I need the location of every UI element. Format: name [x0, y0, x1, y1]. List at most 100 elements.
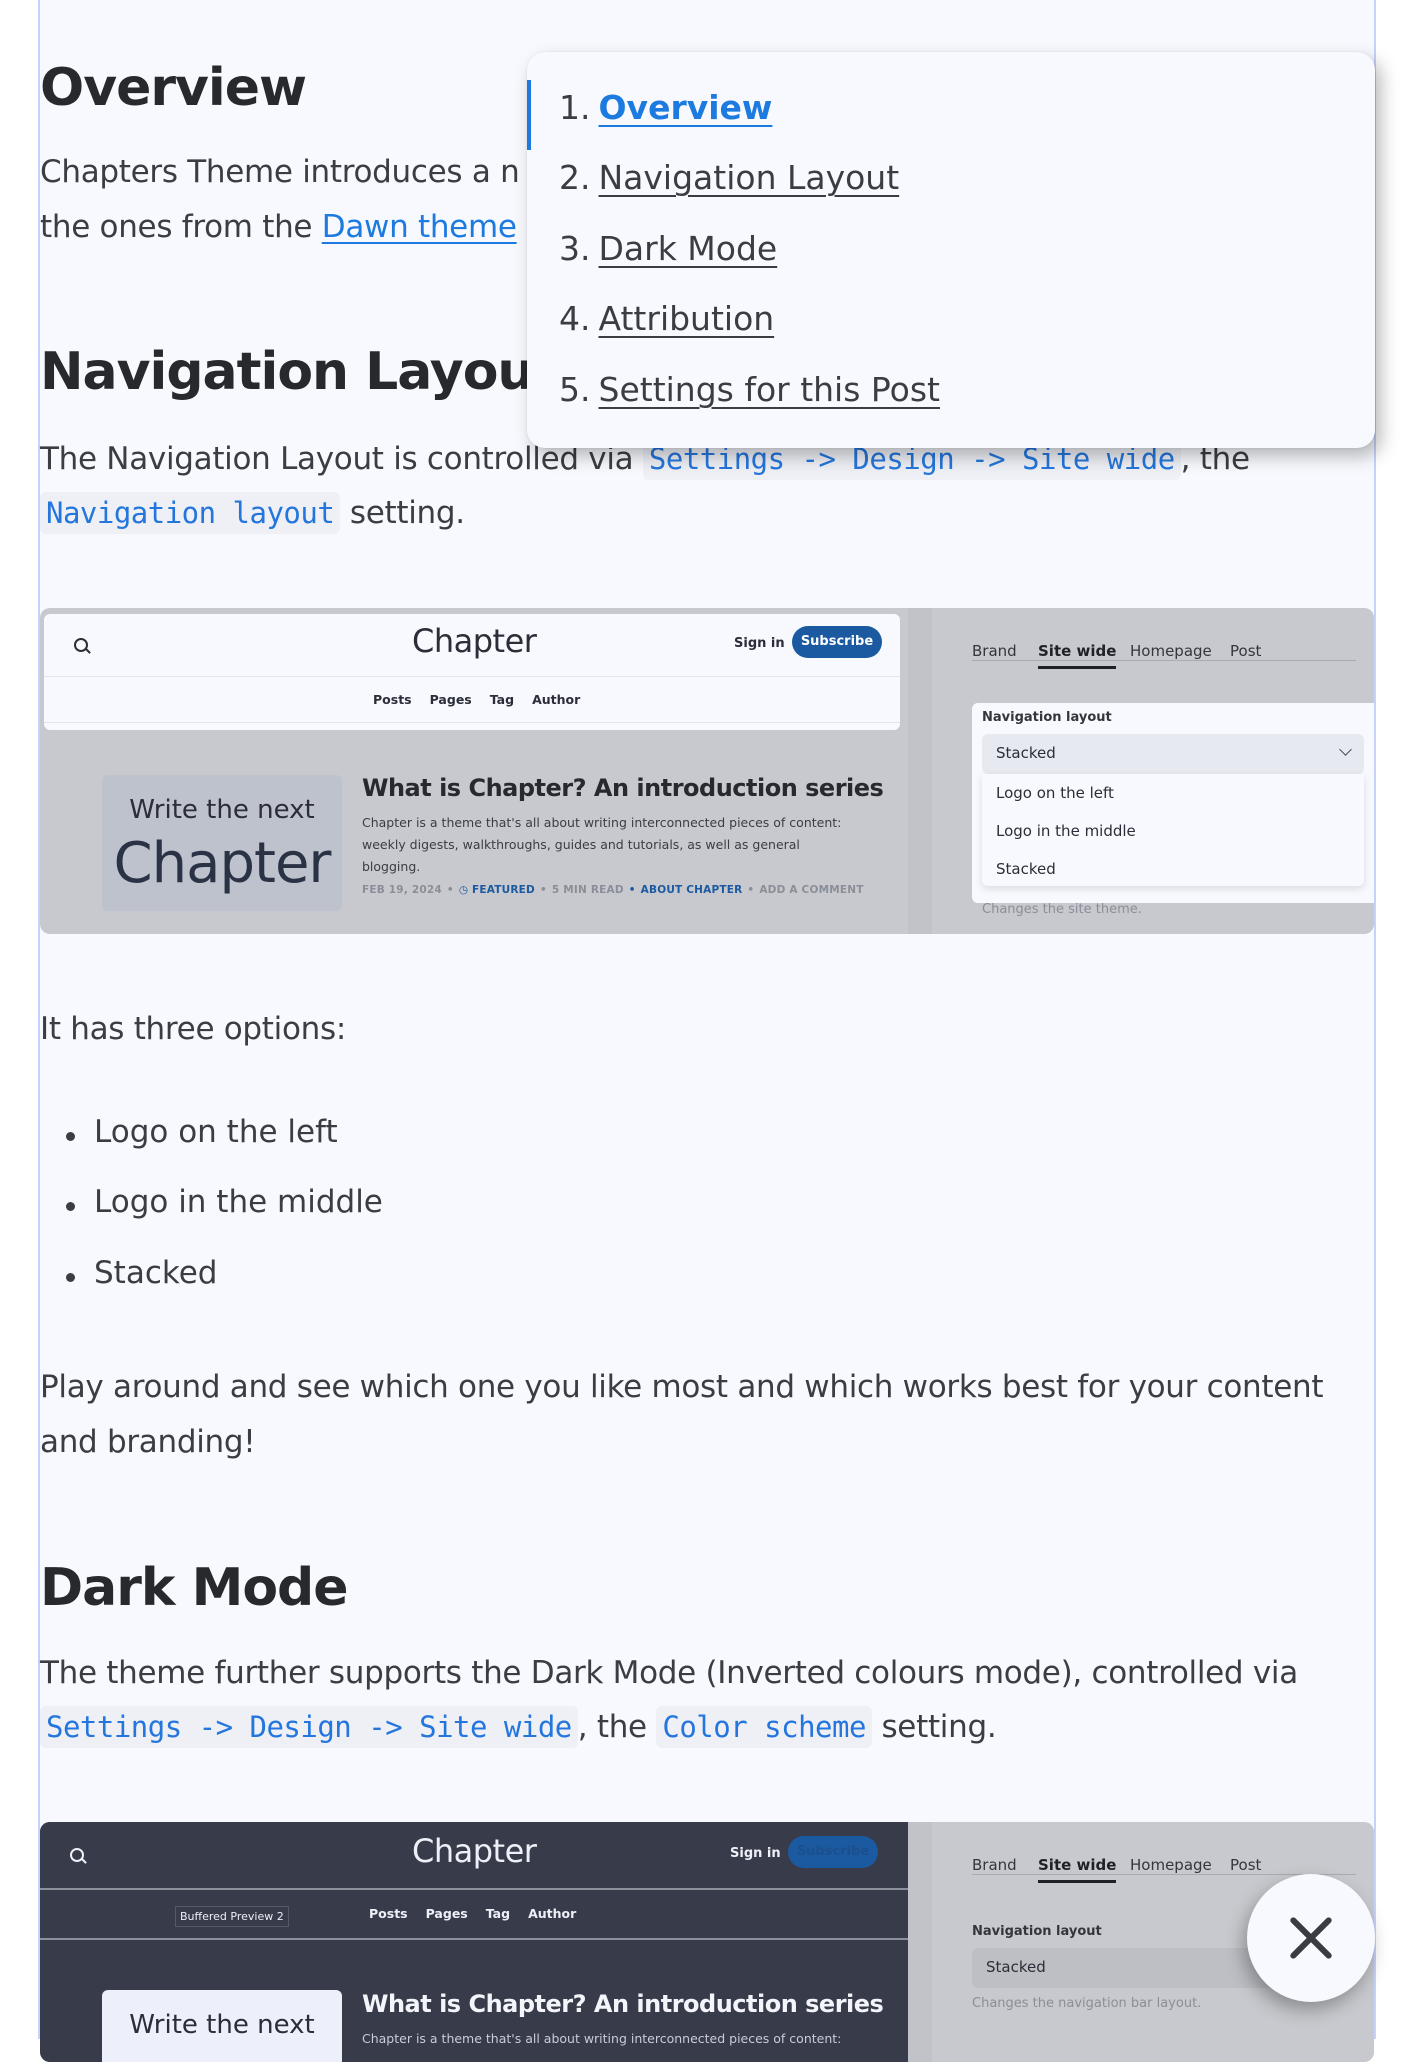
nav-divider [40, 1938, 908, 1940]
preview-nav-dark: Posts Pages Tag Author [360, 1906, 585, 1921]
tab-homepage: Homepage [1130, 642, 1212, 660]
navigation-layout-screenshot: Chapter Sign in Subscribe Posts Pages Tag A… [40, 608, 1374, 934]
preview-sign-in: Sign in [734, 636, 785, 651]
feature-line-2: Chapter [113, 831, 332, 896]
outro-line-2: and branding! [40, 1424, 256, 1460]
toc-link[interactable]: Overview [599, 88, 773, 127]
dropdown-menu: Logo on the left Logo in the middle Stac… [982, 774, 1364, 886]
toc-num: 3. [559, 229, 591, 268]
dropdown-option: Logo in the middle [996, 822, 1136, 840]
tab-homepage: Homepage [1130, 1856, 1212, 1874]
list-item: Logo in the middle [66, 1184, 383, 1220]
table-of-contents: 1. Overview 2. Navigation Layout 3. Dark Mo… [527, 52, 1375, 448]
dark-mode-line-1: The theme further supports the Dark Mode… [40, 1655, 1298, 1691]
field-label-dark: Navigation layout [972, 1924, 1102, 1939]
code-navigation-layout: Navigation layout [40, 492, 341, 534]
toc-link[interactable]: Settings for this Post [599, 370, 940, 409]
dark-mode-screenshot: Chapter Sign in Subscribe Buffered Previ… [40, 1822, 1374, 2062]
preview-post-title: What is Chapter? An introduction series [362, 774, 884, 802]
tab-brand: Brand [972, 1856, 1017, 1874]
overview-line-1: Chapters Theme introduces a n [40, 154, 520, 190]
preview-nav-pages: Pages [425, 1906, 468, 1921]
outro-line-1: Play around and see which one you like m… [40, 1369, 1324, 1405]
navigation-layout-paragraph-line-2: Navigation layout setting. [40, 486, 465, 540]
heading-dark-mode: Dark Mode [40, 1558, 349, 1618]
code-settings-path-2: Settings -> Design -> Site wide [40, 1706, 578, 1748]
nav-divider [44, 722, 900, 723]
dawn-theme-link[interactable]: Dawn theme [322, 209, 517, 245]
preview-nav-pages: Pages [429, 692, 472, 707]
toc-link[interactable]: Attribution [599, 299, 775, 338]
options-intro: It has three options: [40, 1011, 346, 1047]
toc-num: 2. [559, 158, 591, 197]
toc-item-dark-mode[interactable]: 3. Dark Mode [559, 229, 777, 268]
preview-nav-tag: Tag [485, 1906, 511, 1921]
tab-post: Post [1230, 1856, 1262, 1874]
preview-post-title-dark: What is Chapter? An introduction series [362, 1990, 884, 2018]
field-label: Navigation layout [982, 710, 1112, 725]
settings-pane: Brand Site wide Homepage Post Navigation… [932, 608, 1374, 934]
toc-item-navigation-layout[interactable]: 2. Navigation Layout [559, 158, 899, 197]
toc-link[interactable]: Navigation Layout [599, 158, 900, 197]
preview-logo: Chapter [412, 622, 537, 660]
preview-post-excerpt-dark: Chapter is a theme that's all about writ… [362, 2031, 842, 2046]
header-divider [40, 1888, 908, 1890]
search-icon [74, 638, 88, 652]
preview-nav-posts: Posts [369, 1906, 408, 1921]
meta-comment: ADD A COMMENT [759, 884, 864, 896]
dark-mode-line-2: Settings -> Design -> Site wide, the Col… [40, 1700, 997, 1754]
nav-text-3: setting. [340, 495, 465, 531]
pane-divider [908, 608, 932, 934]
toc-active-indicator [527, 80, 531, 150]
meta-featured: ◷ FEATURED [458, 884, 535, 896]
tab-site-wide: Site wide [1038, 642, 1117, 669]
header-divider [44, 676, 900, 677]
meta-featured-label: FEATURED [472, 884, 535, 896]
preview-subscribe-button-dark: Subscribe [788, 1836, 878, 1868]
list-item: Logo on the left [66, 1114, 338, 1150]
feature-line-1: Write the next [129, 2010, 315, 2040]
feature-image: Write the next Chapter [102, 775, 342, 911]
tab-post: Post [1230, 642, 1262, 660]
dark-text-3: setting. [871, 1709, 997, 1745]
overview-line-2: the ones from the Dawn theme [40, 200, 517, 254]
search-icon [70, 1848, 84, 1862]
toc-item-overview[interactable]: 1. Overview [559, 88, 772, 127]
toc-num: 4. [559, 299, 591, 338]
preview-nav: Posts Pages Tag Author [364, 692, 589, 707]
close-toc-button[interactable] [1247, 1874, 1375, 2002]
navigation-layout-select: Stacked [982, 734, 1364, 774]
meta-date: FEB 19, 2024 [362, 884, 442, 896]
select-value: Stacked [996, 744, 1056, 762]
field-hint: Changes the site theme. [982, 902, 1142, 917]
tooltip: Buffered Preview 2 [175, 1906, 289, 1927]
toc-num: 1. [559, 88, 591, 127]
meta-read-time: 5 MIN READ [551, 884, 624, 896]
meta-tag: ABOUT CHAPTER [640, 884, 743, 896]
preview-post-excerpt: Chapter is a theme that's all about writ… [362, 815, 842, 874]
tab-brand: Brand [972, 642, 1017, 660]
preview-pane-dark: Chapter Sign in Subscribe Buffered Previ… [40, 1822, 908, 2062]
preview-header: Chapter Sign in Subscribe Posts Pages Tag A… [44, 614, 900, 730]
select-value: Stacked [986, 1958, 1046, 1976]
code-color-scheme: Color scheme [656, 1706, 872, 1748]
settings-tabs-dark: Brand Site wide Homepage Post [972, 1850, 1356, 1883]
heading-overview: Overview [40, 58, 307, 118]
dropdown-option: Logo on the left [996, 784, 1114, 802]
preview-pane: Chapter Sign in Subscribe Posts Pages Tag A… [40, 608, 908, 934]
list-item: Stacked [65, 1255, 218, 1291]
field-hint-dark: Changes the navigation bar layout. [972, 1996, 1202, 2011]
toc-item-attribution[interactable]: 4. Attribution [559, 299, 774, 338]
preview-nav-author: Author [528, 1906, 577, 1921]
preview-header-dark: Chapter Sign in Subscribe Buffered Previ… [40, 1822, 908, 1940]
dropdown-option: Stacked [996, 860, 1056, 878]
feature-line-1: Write the next [129, 795, 315, 825]
dark-text-2: , the [577, 1709, 657, 1745]
preview-post-meta: FEB 19, 2024 • ◷ FEATURED • 5 MIN READ • ABOUT… [362, 884, 864, 896]
toc-link[interactable]: Dark Mode [599, 229, 778, 268]
chevron-down-icon [1339, 743, 1352, 756]
preview-subscribe-button: Subscribe [792, 626, 882, 658]
toc-item-settings-for-this-post[interactable]: 5. Settings for this Post [559, 370, 940, 409]
tab-site-wide: Site wide [1038, 1856, 1117, 1883]
preview-logo-dark: Chapter [412, 1832, 537, 1870]
